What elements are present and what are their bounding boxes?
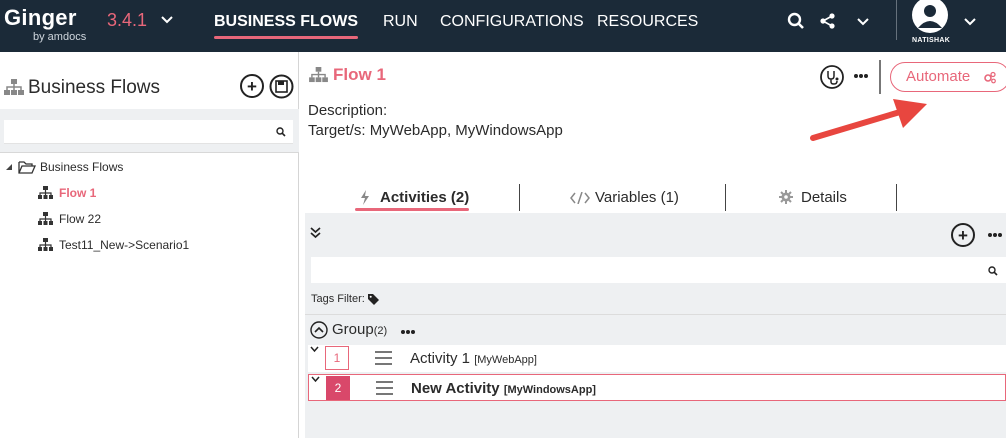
divider <box>896 184 897 211</box>
sitemap-icon <box>309 67 328 83</box>
activity-target: [MyWindowsApp] <box>503 384 596 396</box>
gear-icon <box>779 190 793 204</box>
sitemap-icon <box>38 238 53 251</box>
description-label: Description: <box>308 102 388 119</box>
logo-subtitle: by amdocs <box>33 31 87 43</box>
chevron-down-icon[interactable] <box>854 12 872 30</box>
tree-item-flow-22[interactable]: Flow 22 <box>59 212 101 226</box>
save-icon[interactable] <box>269 74 294 99</box>
tree-item-flow-1[interactable]: Flow 1 <box>59 186 96 200</box>
activity-name: New Activity [MyWindowsApp] <box>411 380 596 397</box>
collapse-all-icon[interactable] <box>310 227 321 239</box>
bolt-icon <box>361 190 369 205</box>
pane-title: Business Flows <box>28 77 160 98</box>
search-icon[interactable] <box>787 12 805 30</box>
activity-target: [MyWebApp] <box>474 354 537 366</box>
targets-label: Target/s: MyWebApp, MyWindowsApp <box>308 122 563 139</box>
nav-run[interactable]: RUN <box>383 13 418 31</box>
activities-panel: + Tags Filter: Group(2) 1 Activity 1 [My… <box>305 213 1006 438</box>
add-button[interactable]: + <box>240 74 264 98</box>
user-name: NATISHAK <box>912 37 951 44</box>
group-count: (2) <box>373 325 388 337</box>
sitemap-icon <box>4 79 24 95</box>
chevron-down-icon[interactable] <box>961 12 979 30</box>
activity-row-selected[interactable]: 2 New Activity [MyWindowsApp] <box>308 374 1006 401</box>
activity-number: 1 <box>325 346 349 370</box>
more-options-icon[interactable] <box>401 329 415 335</box>
sitemap-icon <box>38 186 53 199</box>
app-logo[interactable]: Ginger <box>4 5 77 31</box>
tab-variables[interactable]: Variables (1) <box>595 189 679 206</box>
flow-title: Flow 1 <box>333 65 386 84</box>
drag-handle-icon[interactable] <box>375 351 392 365</box>
more-options-icon[interactable] <box>854 73 868 79</box>
folder-open-icon <box>18 161 36 174</box>
activity-name-text: New Activity <box>411 380 500 397</box>
tags-filter-label: Tags Filter: <box>311 293 365 305</box>
nav-active-indicator <box>214 36 358 39</box>
stethoscope-icon[interactable] <box>820 65 844 89</box>
nav-configurations[interactable]: CONFIGURATIONS <box>440 13 584 31</box>
divider <box>519 184 520 211</box>
more-options-icon[interactable] <box>988 232 1002 238</box>
user-avatar-icon[interactable] <box>910 0 950 34</box>
divider <box>896 0 897 40</box>
tree-item-test11[interactable]: Test11_New->Scenario1 <box>59 238 189 252</box>
drag-handle-icon[interactable] <box>376 381 393 395</box>
flow-details-pane: Flow 1 Description: Target/s: MyWebApp, … <box>300 52 1006 438</box>
nav-business-flows[interactable]: BUSINESS FLOWS <box>214 13 358 31</box>
group-header[interactable]: Group(2) <box>332 321 387 338</box>
activity-number: 2 <box>326 376 350 400</box>
code-icon <box>570 192 590 204</box>
activity-name-text: Activity 1 <box>410 350 471 367</box>
top-bar: Ginger by amdocs 3.4.1 BUSINESS FLOWS RU… <box>0 0 1006 52</box>
automate-label: Automate <box>906 68 971 85</box>
tree-expand-icon[interactable] <box>5 163 13 171</box>
search-input[interactable] <box>4 120 293 144</box>
nav-resources[interactable]: RESOURCES <box>597 13 698 31</box>
business-flows-pane: Business Flows + Business Flows Flow 1 F… <box>0 52 299 438</box>
divider <box>305 314 1006 315</box>
cogs-icon <box>984 71 996 84</box>
divider <box>725 184 726 211</box>
automate-button[interactable]: Automate <box>890 62 1006 92</box>
tab-activities[interactable]: Activities (2) <box>380 189 469 206</box>
version-label[interactable]: 3.4.1 <box>107 10 147 31</box>
activity-name: Activity 1 [MyWebApp] <box>410 350 537 367</box>
tree-root-business-flows[interactable]: Business Flows <box>40 160 123 174</box>
activities-search-input[interactable] <box>311 257 1006 283</box>
group-label: Group <box>332 321 374 338</box>
divider <box>879 60 881 94</box>
chevron-down-icon[interactable] <box>311 376 320 383</box>
add-activity-button[interactable]: + <box>951 223 975 247</box>
divider <box>0 152 299 153</box>
collapse-group-icon[interactable] <box>310 321 328 339</box>
sitemap-icon <box>38 212 53 225</box>
chevron-down-icon[interactable] <box>160 13 174 27</box>
annotation-arrow <box>810 99 927 141</box>
search-icon[interactable] <box>276 127 286 137</box>
tag-icon[interactable] <box>368 294 379 305</box>
tab-active-indicator <box>355 208 469 211</box>
search-icon[interactable] <box>988 266 998 276</box>
share-icon[interactable] <box>819 12 837 30</box>
tab-details[interactable]: Details <box>801 189 847 206</box>
chevron-down-icon[interactable] <box>310 346 319 353</box>
activity-row[interactable]: 1 Activity 1 [MyWebApp] <box>308 345 1006 372</box>
